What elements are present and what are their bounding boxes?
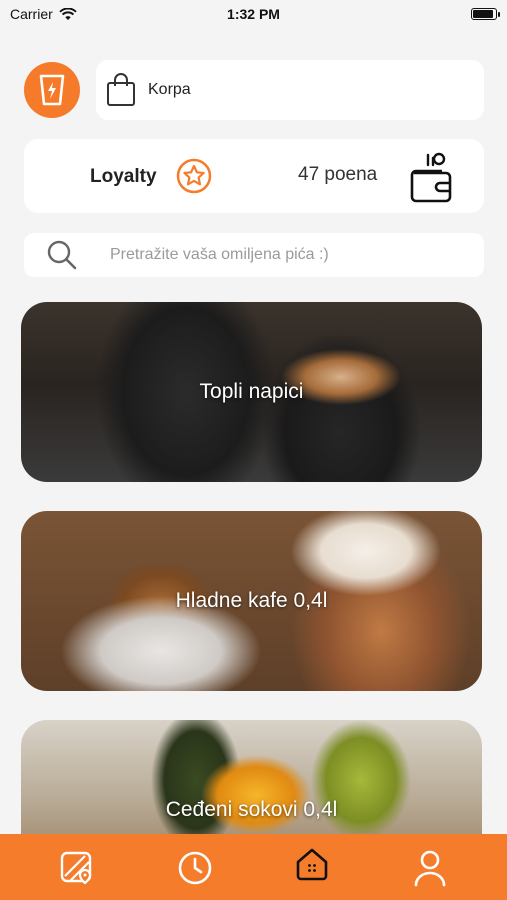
loyalty-points: 47 poena	[298, 164, 378, 185]
brand-logo[interactable]	[24, 62, 80, 118]
home-icon	[296, 848, 328, 881]
nav-profile-button[interactable]	[408, 846, 452, 890]
profile-icon	[414, 850, 446, 887]
bottom-nav	[0, 834, 507, 900]
category-label: Ceđeni sokovi 0,4l	[165, 798, 338, 821]
category-card-hot-drinks[interactable]: Topli napici	[21, 302, 482, 482]
search-icon	[47, 240, 77, 270]
star-icon	[176, 158, 212, 194]
wallet-icon	[410, 152, 452, 203]
status-bar: Carrier 1:32 PM	[0, 0, 507, 28]
cup-bolt-icon	[39, 74, 65, 106]
cart-label: Korpa	[148, 81, 191, 98]
nav-history-button[interactable]	[173, 846, 217, 890]
shopping-bag-icon	[107, 73, 135, 106]
map-icon	[60, 851, 92, 885]
status-time: 1:32 PM	[227, 6, 280, 22]
cart-button[interactable]: Korpa	[96, 60, 484, 120]
category-label: Topli napici	[199, 380, 304, 403]
search-input[interactable]	[108, 245, 442, 265]
search-bar[interactable]	[24, 233, 484, 277]
loyalty-title: Loyalty	[90, 166, 157, 187]
nav-home-button[interactable]	[290, 842, 334, 886]
battery-icon	[471, 8, 500, 20]
nav-map-button[interactable]	[55, 846, 99, 890]
category-label: Hladne kafe 0,4l	[175, 589, 328, 612]
loyalty-card[interactable]: Loyalty 47 poena	[24, 139, 484, 213]
category-card-cold-coffee[interactable]: Hladne kafe 0,4l	[21, 511, 482, 691]
clock-icon	[178, 851, 212, 885]
